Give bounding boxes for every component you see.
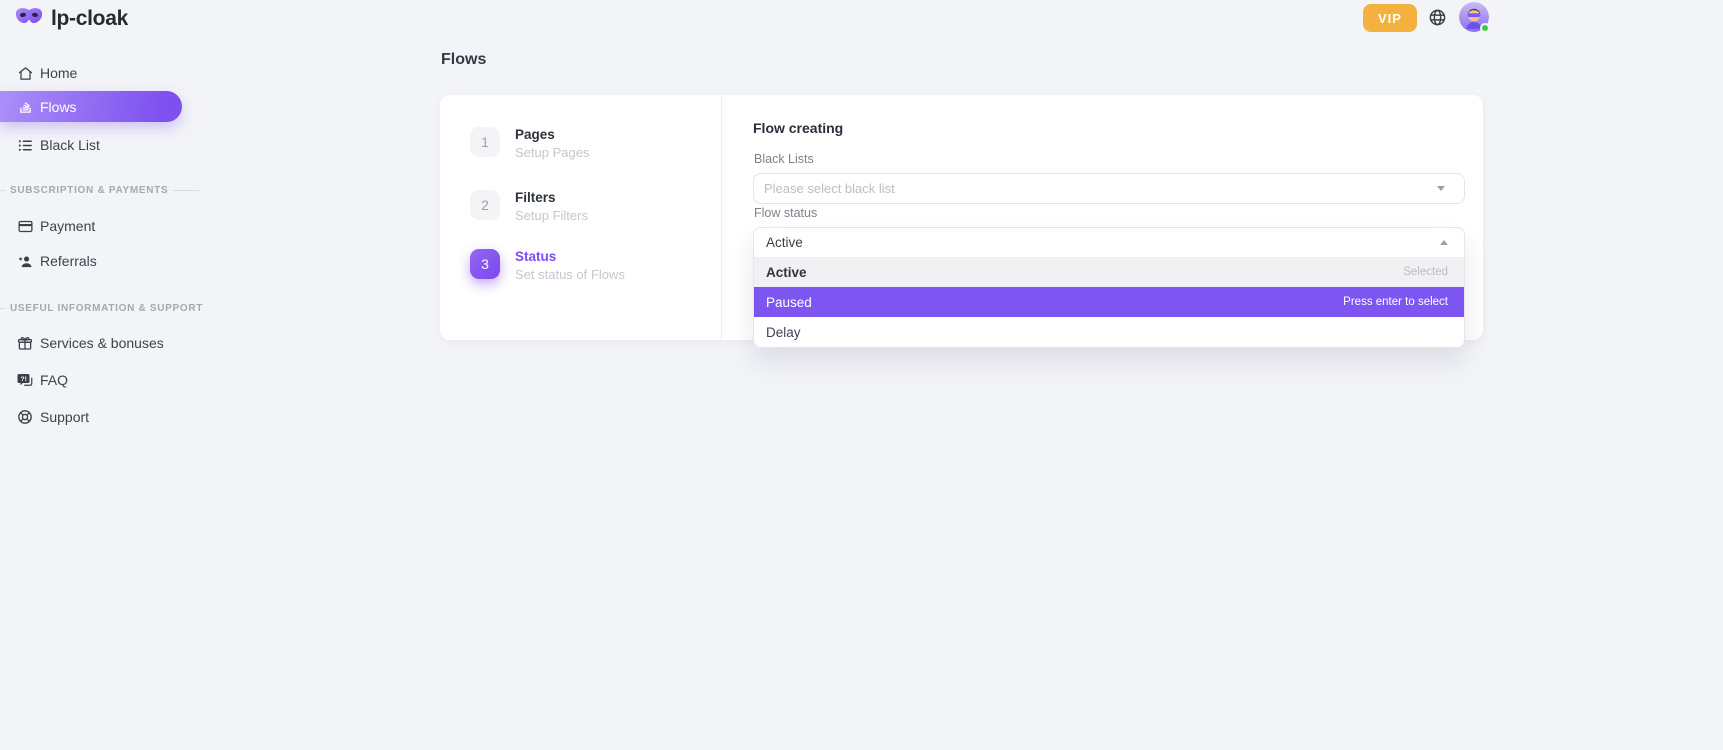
brand-name: lp-cloak — [51, 7, 128, 31]
sidebar-item-home[interactable]: Home — [0, 59, 200, 87]
step-subtitle: Set status of Flows — [515, 267, 625, 282]
sidebar-section-useful-info: USEFUL INFORMATION & SUPPORT — [0, 303, 190, 314]
gift-icon — [16, 334, 34, 352]
chevron-up-icon — [1440, 240, 1448, 245]
step-subtitle: Setup Pages — [515, 145, 589, 160]
option-hint: Press enter to select — [1343, 296, 1448, 308]
sidebar-item-payment[interactable]: Payment — [0, 212, 200, 240]
step-number: 1 — [470, 127, 500, 157]
option-hint: Selected — [1403, 266, 1448, 278]
wizard-steps-panel: 1 Pages Setup Pages 2 Filters Setup Filt… — [440, 95, 722, 340]
support-lifebuoy-icon — [16, 408, 34, 426]
flows-icon — [16, 98, 34, 116]
step-title: Status — [515, 249, 625, 265]
step-number: 3 — [470, 249, 500, 279]
vip-button[interactable]: VIP — [1363, 4, 1417, 32]
payment-icon — [16, 217, 34, 235]
flow-status-selected-value[interactable]: Active — [754, 228, 1464, 257]
user-avatar[interactable] — [1459, 2, 1489, 32]
sidebar-item-services-bonuses[interactable]: Services & bonuses — [0, 329, 220, 357]
app-logo[interactable]: lp-cloak — [14, 6, 128, 32]
sidebar-item-black-list[interactable]: Black List — [0, 131, 200, 159]
sidebar-item-referrals[interactable]: Referrals — [0, 247, 200, 275]
referrals-icon — [16, 252, 34, 270]
page-title: Flows — [441, 51, 486, 69]
sidebar-section-subscription: SUBSCRIPTION & PAYMENTS — [0, 185, 190, 196]
step-title: Filters — [515, 190, 588, 206]
step-title: Pages — [515, 127, 589, 143]
flow-wizard-card: 1 Pages Setup Pages 2 Filters Setup Filt… — [440, 95, 1483, 340]
option-active[interactable]: Active Selected — [754, 257, 1464, 287]
section-dash — [0, 308, 5, 309]
option-delay[interactable]: Delay — [754, 317, 1464, 347]
step-filters[interactable]: 2 Filters Setup Filters — [470, 190, 588, 223]
svg-text:?!: ?! — [21, 376, 27, 383]
home-icon — [16, 64, 34, 82]
section-dash — [0, 190, 5, 191]
faq-icon: ?! — [16, 371, 34, 389]
mask-logo-icon — [14, 6, 44, 32]
black-list-icon — [16, 136, 34, 154]
form-title: Flow creating — [753, 120, 843, 136]
step-subtitle: Setup Filters — [515, 208, 588, 223]
language-globe-icon[interactable] — [1428, 7, 1448, 27]
step-pages[interactable]: 1 Pages Setup Pages — [470, 127, 589, 160]
flow-status-label: Flow status — [754, 206, 817, 220]
online-status-dot — [1480, 23, 1490, 33]
black-lists-select-input[interactable] — [753, 173, 1465, 204]
sidebar-item-support[interactable]: Support — [0, 403, 200, 431]
header-actions: VIP — [1363, 1, 1489, 33]
option-paused[interactable]: Paused Press enter to select — [754, 287, 1464, 317]
flow-status-select: Active Active Selected Paused Press ente… — [753, 227, 1465, 348]
section-dash — [173, 190, 199, 191]
black-lists-label: Black Lists — [754, 152, 814, 166]
step-number: 2 — [470, 190, 500, 220]
chevron-down-icon — [1437, 186, 1445, 191]
sidebar-item-faq[interactable]: ?! FAQ — [0, 366, 200, 394]
sidebar-item-flows[interactable]: Flows — [0, 91, 182, 122]
step-status[interactable]: 3 Status Set status of Flows — [470, 249, 625, 282]
